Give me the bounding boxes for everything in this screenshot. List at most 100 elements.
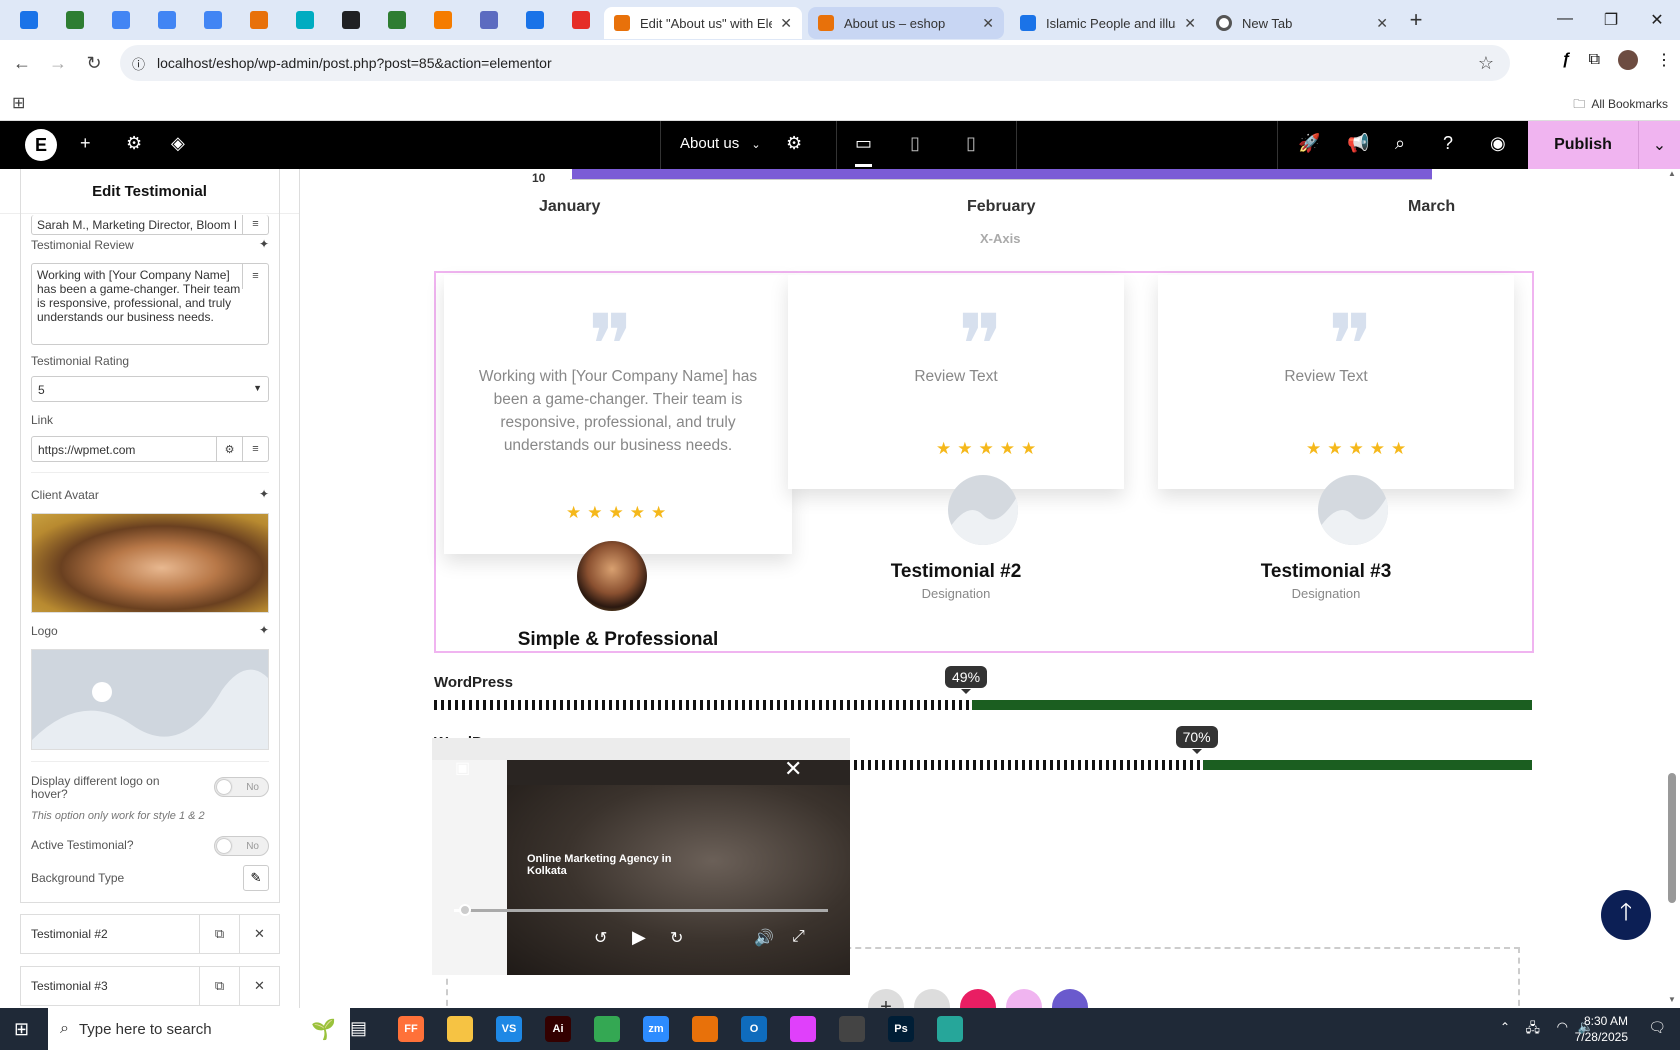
pinned-tab-4[interactable] [144, 0, 190, 40]
taskbar-app-2[interactable] [447, 1016, 473, 1042]
video-progress-track[interactable] [454, 909, 828, 912]
volume-icon[interactable]: 🔊 [754, 928, 774, 948]
system-clock[interactable]: 8:30 AM 7/28/2025 [1575, 1013, 1628, 1045]
page-settings-gear-icon[interactable]: ⚙ [786, 133, 802, 154]
client-avatar-image[interactable] [31, 513, 269, 613]
taskbar-app-12[interactable] [937, 1016, 963, 1042]
duplicate-icon[interactable]: ⧉ [199, 914, 239, 954]
back-to-tab-icon[interactable]: ▣ [455, 758, 470, 778]
taskbar-app-10[interactable] [839, 1016, 865, 1042]
taskbar-app-9[interactable] [790, 1016, 816, 1042]
pinned-tab-3[interactable] [98, 0, 144, 40]
scrollbar-thumb[interactable] [1668, 773, 1676, 903]
remove-icon[interactable]: ✕ [239, 914, 279, 954]
tablet-view-icon[interactable]: ▯ [910, 133, 920, 154]
ai-sparkle-icon[interactable]: ✦ [259, 487, 269, 501]
repeater-item-testimonial-2[interactable]: Testimonial #2 ⧉ ✕ [20, 914, 280, 954]
page-scrollbar[interactable]: ▲ ▼ [1664, 169, 1680, 1008]
taskbar-app-7[interactable] [692, 1016, 718, 1042]
hover-logo-toggle[interactable]: No [214, 777, 269, 797]
pinned-tab-6[interactable] [236, 0, 282, 40]
rating-select[interactable]: 5 ▼ [31, 376, 269, 402]
notifications-megaphone-icon[interactable]: 📢 [1347, 133, 1369, 154]
preview-eye-icon[interactable]: ◉ [1490, 133, 1506, 154]
ai-sparkle-icon[interactable]: ✦ [259, 237, 269, 251]
pinned-tab-8[interactable] [328, 0, 374, 40]
forward-10-icon[interactable]: ↻ [670, 928, 683, 948]
tab-new-tab[interactable]: New Tab ✕ [1206, 7, 1398, 39]
taskbar-app-1[interactable]: FF [398, 1016, 424, 1042]
task-view-icon[interactable]: ▤ [350, 1018, 367, 1039]
taskbar-app-8[interactable]: O [741, 1016, 767, 1042]
search-icon[interactable]: ⌕ [1395, 133, 1405, 154]
logo-image-placeholder[interactable] [31, 649, 269, 750]
mobile-view-icon[interactable]: ▯ [966, 133, 976, 154]
scroll-up-arrow-icon[interactable]: ▲ [1668, 169, 1676, 178]
wifi-icon[interactable]: ◠ [1557, 1019, 1568, 1035]
background-type-brush-icon[interactable]: ✎ [243, 865, 269, 891]
pinned-tab-12[interactable] [512, 0, 558, 40]
fullscreen-icon[interactable]: ⤢ [792, 928, 805, 946]
remove-icon[interactable]: ✕ [239, 966, 279, 1006]
navigator-layers-icon[interactable]: ◈ [171, 133, 185, 154]
bookmark-star-icon[interactable]: ☆ [1478, 53, 1494, 74]
link-settings-gear-icon[interactable]: ⚙ [216, 436, 242, 462]
dynamic-tags-icon[interactable]: ≡ [242, 263, 268, 289]
rewind-10-icon[interactable]: ↺ [594, 928, 607, 948]
taskbar-app-6[interactable]: zm [643, 1016, 669, 1042]
restore-button[interactable]: ❐ [1588, 10, 1634, 30]
pinned-tab-1[interactable] [6, 0, 52, 40]
publish-button[interactable]: Publish [1528, 121, 1638, 169]
play-icon[interactable]: ▶ [632, 927, 646, 948]
pinned-tab-13[interactable] [558, 0, 604, 40]
minimize-button[interactable]: — [1542, 10, 1588, 30]
extensions-puzzle-icon[interactable]: ⧉ [1589, 51, 1600, 69]
dynamic-tags-icon[interactable]: ≡ [242, 436, 268, 462]
close-tab-icon[interactable]: ✕ [780, 15, 792, 32]
site-settings-sliders-icon[interactable]: ⚙ [126, 133, 142, 154]
back-button[interactable]: ← [4, 53, 40, 74]
elementor-logo-icon[interactable]: E [25, 129, 57, 161]
pinned-tab-10[interactable] [420, 0, 466, 40]
dynamic-tags-icon[interactable]: ≡ [242, 215, 268, 234]
publish-options-chevron-icon[interactable]: ⌄ [1638, 121, 1680, 169]
repeater-item-testimonial-3[interactable]: Testimonial #3 ⧉ ✕ [20, 966, 280, 1006]
url-bar[interactable]: ⓘ localhost/eshop/wp-admin/post.php?post… [120, 45, 1510, 81]
link-input[interactable]: https://wpmet.com ⚙ ≡ [31, 436, 269, 462]
tab-islamic-people[interactable]: Islamic People and illustr ✕ [1010, 7, 1206, 39]
tab-edit-about-us[interactable]: Edit "About us" with Elem ✕ [604, 7, 802, 39]
taskbar-app-11[interactable]: Ps [888, 1016, 914, 1042]
profile-avatar[interactable] [1618, 50, 1638, 70]
close-tab-icon[interactable]: ✕ [1184, 15, 1196, 32]
taskbar-app-3[interactable]: VS [496, 1016, 522, 1042]
forward-button[interactable]: → [40, 53, 76, 74]
picture-in-picture-video[interactable]: Online Marketing Agency in Kolkata ✕ ▣ ↺… [432, 738, 850, 975]
site-info-icon[interactable]: ⓘ [132, 54, 145, 73]
pinned-tab-11[interactable] [466, 0, 512, 40]
all-bookmarks[interactable]: 🗀 All Bookmarks [1573, 95, 1668, 116]
tab-about-us-eshop[interactable]: About us – eshop ✕ [808, 7, 1004, 39]
ai-sparkle-icon[interactable]: ✦ [259, 623, 269, 637]
notification-center-icon[interactable]: 🗨 [1648, 1019, 1666, 1036]
taskbar-app-5[interactable] [594, 1016, 620, 1042]
taskbar-search-box[interactable]: ⌕ Type here to search 🌱 [48, 1008, 350, 1050]
reload-button[interactable]: ↻ [76, 53, 112, 74]
client-designation-field[interactable]: Sarah M., Marketing Director, Bloom I ≡ [31, 215, 269, 235]
new-tab-button[interactable]: + [1398, 7, 1434, 33]
scroll-down-arrow-icon[interactable]: ▼ [1668, 995, 1676, 1004]
desktop-view-icon[interactable]: ▭ [855, 133, 873, 167]
close-window-button[interactable]: ✕ [1634, 10, 1680, 30]
apps-grid-icon[interactable]: ⊞ [12, 93, 25, 113]
help-icon[interactable]: ? [1443, 133, 1453, 154]
pinned-tab-7[interactable] [282, 0, 328, 40]
scroll-to-top-button[interactable]: 🡑 [1601, 890, 1651, 940]
testimonial-widget[interactable]: ❞ ❞ ❞ Working with [Your Company Name] h… [434, 271, 1534, 653]
taskbar-app-4[interactable]: Ai [545, 1016, 571, 1042]
windows-start-icon[interactable]: ⊞ [14, 1019, 29, 1040]
close-tab-icon[interactable]: ✕ [1376, 15, 1388, 32]
pinned-tab-2[interactable] [52, 0, 98, 40]
menu-kebab-icon[interactable]: ⋮ [1656, 50, 1672, 70]
add-element-icon[interactable]: + [80, 133, 91, 154]
network-icon[interactable]: 🖧 [1526, 1019, 1541, 1041]
show-hidden-icons-chevron-icon[interactable]: ⌃ [1500, 1020, 1510, 1034]
